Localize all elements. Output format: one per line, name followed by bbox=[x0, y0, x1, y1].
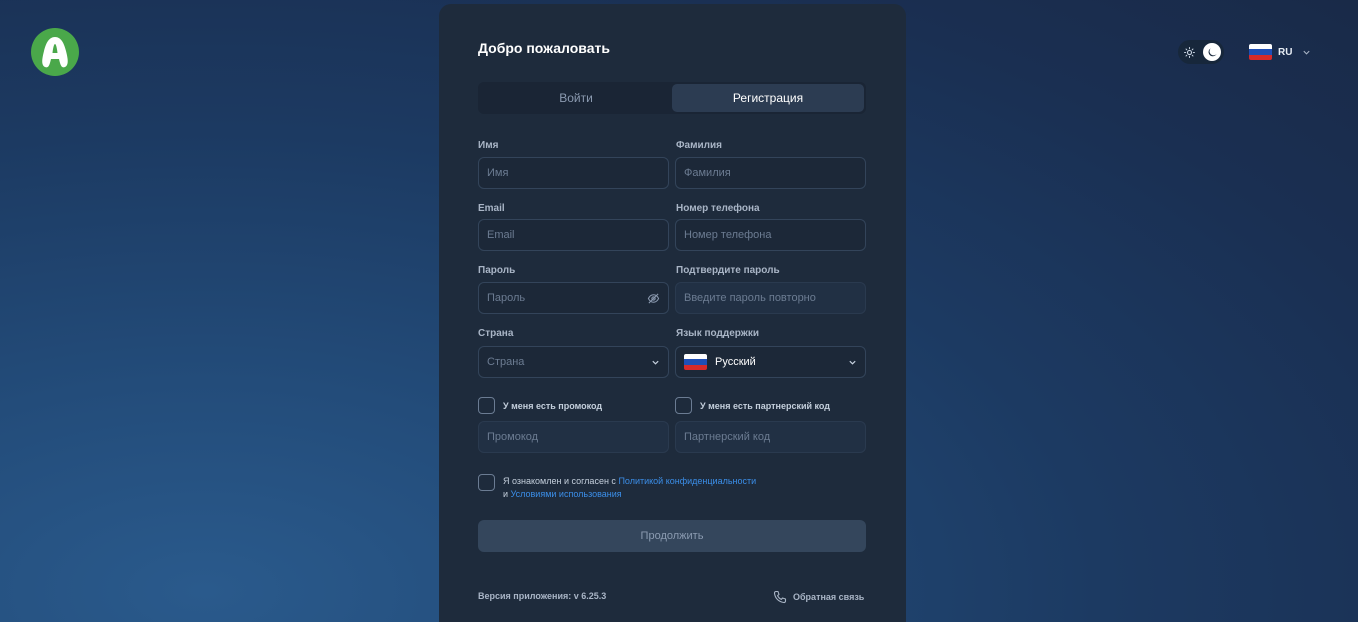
language-code: RU bbox=[1278, 46, 1293, 58]
russia-flag-icon bbox=[684, 354, 707, 370]
support-language-label: Язык поддержки bbox=[676, 328, 759, 339]
partner-checkbox-label: У меня есть партнерский код bbox=[700, 400, 831, 411]
privacy-policy-link[interactable]: Политикой конфиденциальности bbox=[618, 476, 756, 486]
phone-label: Номер телефона bbox=[676, 203, 760, 214]
russia-flag-icon bbox=[1249, 44, 1272, 60]
support-language-value: Русский bbox=[715, 356, 756, 368]
eye-off-icon[interactable] bbox=[647, 292, 660, 305]
continue-button[interactable]: Продолжить bbox=[478, 520, 866, 552]
tab-register[interactable]: Регистрация bbox=[672, 84, 864, 112]
country-placeholder: Страна bbox=[487, 356, 525, 368]
auth-tabs: Войти Регистрация bbox=[478, 82, 866, 114]
tab-login[interactable]: Войти bbox=[480, 84, 672, 112]
consent-and: и bbox=[503, 489, 509, 499]
language-switcher[interactable]: RU bbox=[1249, 43, 1311, 61]
feedback-label: Обратная связь bbox=[793, 592, 865, 602]
consent-row: Я ознакомлен и согласен с Политикой конф… bbox=[478, 474, 756, 501]
promo-checkbox[interactable] bbox=[478, 397, 495, 414]
partner-checkbox[interactable] bbox=[675, 397, 692, 414]
page-title: Добро пожаловать bbox=[478, 40, 610, 56]
chevron-down-icon bbox=[652, 360, 659, 365]
partner-checkbox-row[interactable]: У меня есть партнерский код bbox=[675, 397, 830, 414]
phone-input[interactable] bbox=[675, 219, 866, 251]
consent-prefix: Я ознакомлен и согласен с bbox=[503, 476, 616, 486]
feedback-link[interactable]: Обратная связь bbox=[773, 590, 864, 604]
password-placeholder: Пароль bbox=[487, 292, 526, 304]
theme-toggle[interactable] bbox=[1178, 40, 1224, 64]
registration-card: Добро пожаловать Войти Регистрация Имя Ф… bbox=[439, 4, 906, 622]
last-name-input[interactable] bbox=[675, 157, 866, 189]
phone-icon bbox=[773, 590, 787, 604]
chevron-down-icon bbox=[1303, 50, 1311, 55]
country-select[interactable]: Страна bbox=[478, 346, 669, 378]
first-name-input[interactable] bbox=[478, 157, 669, 189]
confirm-password-input[interactable] bbox=[675, 282, 866, 314]
consent-checkbox[interactable] bbox=[478, 474, 495, 491]
email-input[interactable] bbox=[478, 219, 669, 251]
password-field[interactable]: Пароль bbox=[478, 282, 669, 314]
consent-text: Я ознакомлен и согласен с Политикой конф… bbox=[503, 474, 756, 501]
app-version: Версия приложения: v 6.25.3 bbox=[478, 591, 607, 601]
confirm-password-label: Подтвердите пароль bbox=[676, 265, 780, 276]
sun-icon bbox=[1184, 46, 1195, 58]
promo-checkbox-label: У меня есть промокод bbox=[503, 400, 603, 411]
moon-icon bbox=[1208, 47, 1217, 56]
terms-of-use-link[interactable]: Условиями использования bbox=[511, 489, 622, 499]
moon-toggle-knob bbox=[1203, 43, 1221, 61]
last-name-label: Фамилия bbox=[676, 140, 722, 151]
app-logo[interactable] bbox=[31, 28, 79, 76]
password-label: Пароль bbox=[478, 265, 516, 276]
partner-code-input[interactable] bbox=[675, 421, 866, 453]
email-label: Email bbox=[478, 203, 505, 214]
country-label: Страна bbox=[478, 328, 514, 339]
promo-checkbox-row[interactable]: У меня есть промокод bbox=[478, 397, 602, 414]
support-language-select[interactable]: Русский bbox=[675, 346, 866, 378]
chevron-down-icon bbox=[849, 360, 856, 365]
app-logo-icon bbox=[42, 37, 68, 68]
first-name-label: Имя bbox=[478, 140, 499, 151]
promo-code-input[interactable] bbox=[478, 421, 669, 453]
